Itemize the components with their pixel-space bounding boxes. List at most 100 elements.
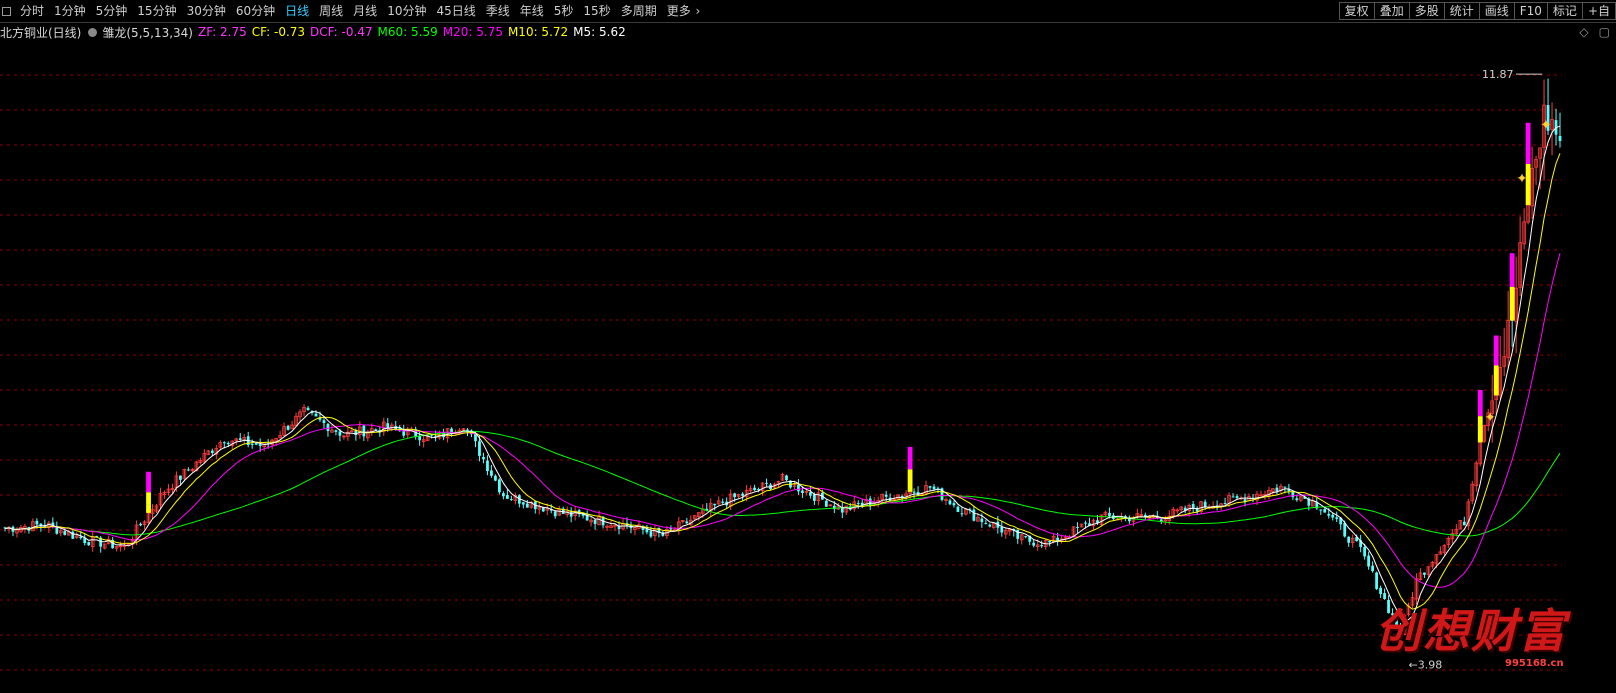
candle [736, 493, 741, 499]
period-tab[interactable]: 月线 [348, 0, 382, 22]
butterfly-icon: ✦ [1516, 171, 1528, 187]
candle [490, 464, 493, 478]
candle [294, 412, 298, 427]
candle [685, 517, 689, 524]
candle [1247, 493, 1251, 502]
candle [102, 543, 107, 550]
candle [828, 504, 833, 507]
candle [916, 486, 920, 497]
candle [1506, 290, 1510, 371]
candle [1442, 544, 1447, 556]
candle [561, 506, 565, 515]
candle [753, 484, 756, 491]
candle [1319, 509, 1323, 516]
m5-value: M5: 5.62 [573, 25, 626, 39]
candle [286, 424, 290, 431]
period-tab[interactable]: 60分钟 [231, 0, 280, 22]
candle [593, 518, 597, 530]
candle [198, 457, 203, 465]
period-tab[interactable]: 日线 [280, 0, 314, 22]
period-tab[interactable]: 5秒 [549, 0, 579, 22]
tool-button[interactable]: +自 [1581, 2, 1616, 20]
period-tab[interactable]: 30分钟 [182, 0, 231, 22]
candle [405, 426, 410, 439]
candle [486, 455, 489, 476]
candle [114, 546, 119, 552]
period-tab[interactable]: 15秒 [578, 0, 615, 22]
layout-grid-icon[interactable] [2, 6, 11, 16]
period-tab[interactable]: 分时 [15, 0, 49, 22]
period-tab[interactable]: 1分钟 [49, 0, 91, 22]
ma5-line [4, 125, 1561, 622]
candle [1558, 112, 1562, 148]
tool-button[interactable]: 叠加 [1373, 2, 1409, 20]
period-tab[interactable]: 更多 › [662, 0, 706, 22]
period-tab[interactable]: 5分钟 [91, 0, 133, 22]
signal-bar [1509, 286, 1515, 321]
cf-value: CF: -0.73 [251, 25, 306, 39]
candle [1423, 572, 1426, 578]
candle [1279, 483, 1283, 494]
candle [716, 496, 721, 505]
candle [1195, 506, 1199, 516]
candle [1215, 500, 1219, 511]
tool-button[interactable]: 多股 [1408, 2, 1444, 20]
candle [1267, 486, 1271, 500]
indicator-info-bar: 北方铜业(日线) 雏龙(5,5,13,34) ZF: 2.75 CF: -0.7… [0, 23, 1616, 41]
tool-button[interactable]: F10 [1513, 2, 1547, 20]
tool-button[interactable]: 统计 [1443, 2, 1479, 20]
candle [358, 421, 362, 439]
candle [852, 496, 857, 512]
candle [1335, 511, 1339, 522]
diamond-icon[interactable]: ◇ [1579, 25, 1588, 39]
indicator-toggle-icon[interactable] [88, 27, 98, 37]
candle [1275, 484, 1279, 495]
candle [262, 442, 266, 452]
dcf-value: DCF: -0.47 [310, 25, 373, 39]
tool-button[interactable]: 标记 [1546, 2, 1582, 20]
candle [290, 420, 294, 430]
indicator-name[interactable]: 雏龙(5,5,13,34) [102, 24, 193, 41]
candle [421, 434, 426, 448]
candle [932, 484, 936, 490]
candle [1019, 533, 1024, 545]
period-tab[interactable]: 年线 [515, 0, 549, 22]
period-toolbar: 分时 1分钟 5分钟 15分钟 30分钟 60分钟 日线 周线 月线 10分钟 45日线 季线 年线 5秒… [0, 0, 1616, 23]
candle [1076, 522, 1079, 534]
candle [206, 449, 211, 456]
candle [1466, 498, 1471, 531]
candle [1003, 527, 1008, 539]
candle [1032, 539, 1036, 548]
candle [517, 494, 521, 508]
tool-button[interactable]: 画线 [1478, 2, 1514, 20]
candle [988, 523, 992, 528]
candle [306, 406, 310, 411]
period-tab[interactable]: 季线 [481, 0, 515, 22]
candle [780, 472, 785, 481]
period-tab[interactable]: 周线 [314, 0, 348, 22]
tool-button[interactable]: 复权 [1338, 2, 1374, 20]
candle [1502, 327, 1506, 377]
candle [1119, 512, 1124, 522]
candle [374, 428, 378, 431]
period-tab[interactable]: 45日线 [431, 0, 480, 22]
candle [708, 498, 713, 517]
candle [621, 518, 625, 531]
window-box-icon[interactable]: ▢ [1599, 25, 1610, 39]
candle [282, 422, 286, 436]
candle [1371, 561, 1375, 573]
signal-bar [146, 492, 151, 513]
candle [346, 427, 350, 441]
candle [984, 519, 988, 525]
candle [270, 438, 274, 450]
period-tab[interactable]: 多周期 [616, 0, 662, 22]
candle [1375, 571, 1378, 590]
stock-name: 北方铜业(日线) [0, 25, 82, 40]
candle [748, 485, 753, 493]
kline-chart[interactable]: ✦✦✦11.87←3.98 [0, 42, 1616, 693]
period-tab[interactable]: 10分钟 [382, 0, 431, 22]
candle [1450, 529, 1455, 544]
signal-bar [907, 469, 913, 492]
candle [11, 525, 15, 537]
period-tab[interactable]: 15分钟 [132, 0, 181, 22]
